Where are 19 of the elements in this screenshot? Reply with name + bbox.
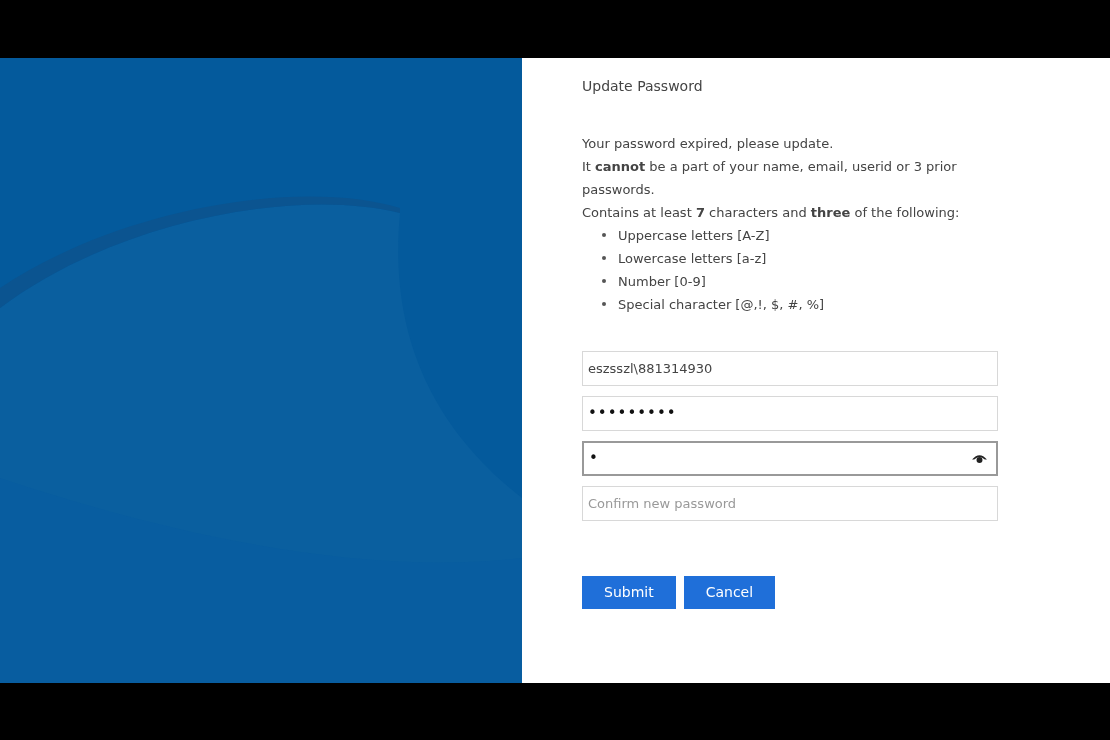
- bullet-icon: [602, 256, 606, 260]
- form-button[interactable]: Cancel: [683, 575, 776, 609]
- rule-text: Special character [@,!, $, #, %]: [618, 295, 825, 314]
- bullet-icon: [602, 302, 606, 306]
- bullet-icon: [602, 279, 606, 283]
- instruction-text: It cannot be a part of your name, email, userid or 3 prior passwords.: [582, 157, 958, 199]
- eye-icon[interactable]: [971, 452, 988, 464]
- rule-text: Lowercase letters [a-z]: [618, 249, 767, 268]
- bullet-icon: [602, 233, 606, 237]
- instruction-text: Contains at least 7 characters and three of the following:: [582, 203, 961, 222]
- rule-text: Uppercase letters [A-Z]: [618, 226, 770, 245]
- instruction-text: Your password expired, please update.: [582, 134, 835, 153]
- form-title: Update Password: [582, 77, 704, 94]
- input-field[interactable]: •: [582, 440, 998, 476]
- input-field[interactable]: •••••••••: [582, 395, 998, 431]
- rule-text: Number [0-9]: [618, 272, 706, 291]
- input-field[interactable]: eszsszl\881314930: [582, 350, 998, 386]
- input-field[interactable]: Confirm new password: [582, 485, 998, 521]
- form-button[interactable]: Submit: [582, 575, 676, 609]
